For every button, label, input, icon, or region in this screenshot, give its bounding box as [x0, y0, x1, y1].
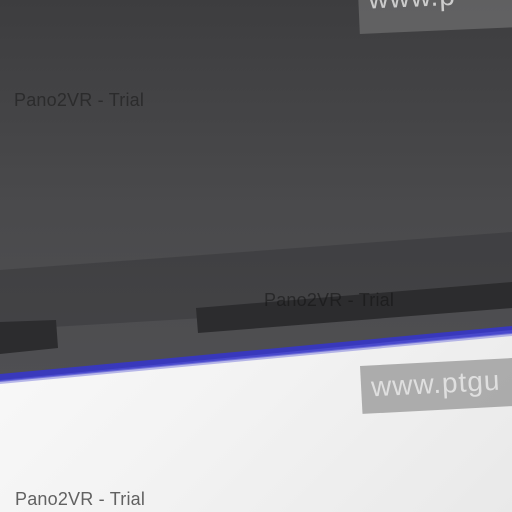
- url-watermark-top-text: www.p: [368, 0, 457, 16]
- left-slot: [0, 320, 58, 354]
- photo-background: [0, 0, 512, 512]
- photo-scene: www.p www.ptgu Pano2VR - Trial Pano2VR -…: [0, 0, 512, 512]
- url-watermark-bottom-text: www.ptgu: [370, 364, 502, 403]
- url-watermark-bottom: www.ptgu: [360, 357, 512, 414]
- trial-watermark-middle: Pano2VR - Trial: [264, 290, 395, 310]
- trial-watermark-bottom: Pano2VR - Trial: [15, 489, 146, 509]
- trial-watermark-top: Pano2VR - Trial: [14, 90, 145, 110]
